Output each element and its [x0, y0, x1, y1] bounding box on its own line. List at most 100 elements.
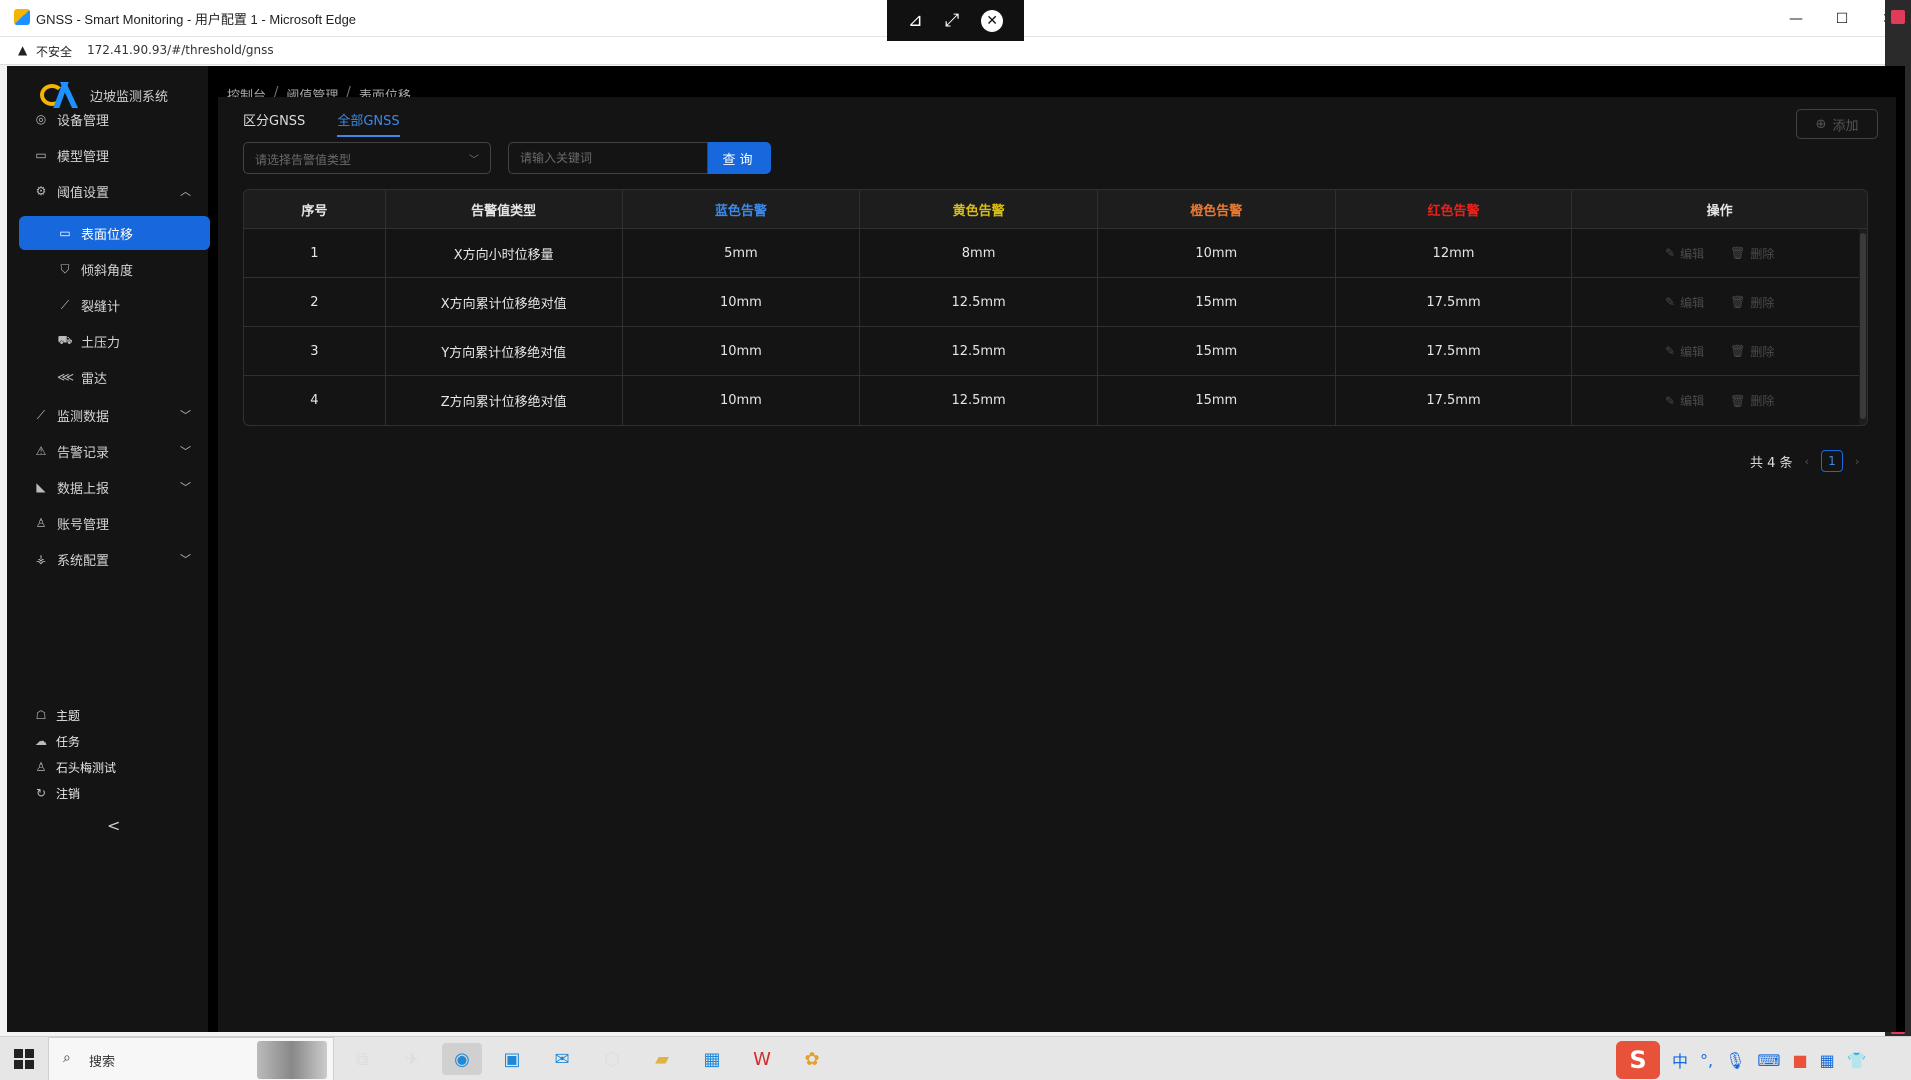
mail-icon[interactable]: ✉ — [542, 1043, 582, 1075]
location-icon: ◎ — [35, 112, 47, 126]
gift-icon[interactable]: ■ — [1793, 1051, 1808, 1070]
tab-all-gnss[interactable]: 全部GNSS — [337, 110, 400, 137]
sidebar-item-surface-displacement[interactable]: ▭ 表面位移 — [19, 216, 210, 250]
tasks-link[interactable]: ☁ 任务 — [19, 728, 211, 754]
delete-label: 删除 — [1750, 295, 1775, 310]
edit-button[interactable]: ✎ 编辑 — [1665, 245, 1704, 262]
sidebar-item-earth-pressure[interactable]: ⛟ 土压力 — [19, 324, 211, 358]
chevron-down-icon: ﹀ — [180, 481, 191, 494]
sidebar-item-radar[interactable]: ⋘ 雷达 — [19, 360, 211, 394]
store-icon[interactable]: ▣ — [492, 1043, 532, 1075]
edit-icon: ✎ — [1665, 344, 1676, 358]
edit-icon: ✎ — [1665, 393, 1676, 408]
total-count: 共 4 条 — [1750, 455, 1793, 471]
theme-link[interactable]: ☖ 主题 — [19, 702, 211, 728]
edit-button[interactable]: ✎ 编辑 — [1665, 294, 1704, 311]
cell-blue: 5mm — [623, 229, 861, 277]
sidebar-item-alerts[interactable]: ⚠ 告警记录 ﹀ — [19, 434, 211, 468]
cell-yellow: 12.5mm — [860, 278, 1098, 326]
delete-button[interactable]: 🗑 删除 — [1730, 245, 1774, 262]
cell-orange: 10mm — [1098, 229, 1336, 277]
header-index: 序号 — [244, 190, 386, 228]
main-content: 区分GNSS 全部GNSS ⊕ 添加 请选择告警值类型 ﹀ 查询 序号 告警值类… — [218, 97, 1896, 1032]
microphone-icon[interactable]: 🎙 — [1725, 1051, 1745, 1070]
user-link[interactable]: ♙ 石头梅测试 — [19, 754, 211, 780]
sidebar-item-data-report[interactable]: ◣ 数据上报 ﹀ — [19, 470, 211, 504]
sidebar-item-accounts[interactable]: ♙ 账号管理 — [19, 506, 211, 540]
delete-button[interactable]: 🗑 删除 — [1730, 343, 1774, 360]
sidebar-item-label: 设备管理 — [57, 113, 110, 129]
chevron-down-icon: ﹀ — [180, 445, 191, 458]
sidebar-item-label: 账号管理 — [57, 517, 110, 533]
security-label[interactable]: 不安全 — [36, 43, 72, 60]
query-button[interactable]: 查询 — [708, 142, 771, 174]
wps-icon[interactable]: W — [742, 1043, 782, 1075]
edit-button[interactable]: ✎ 编辑 — [1665, 343, 1704, 360]
delete-button[interactable]: 🗑 删除 — [1730, 392, 1774, 409]
maximize-button[interactable]: ☐ — [1819, 0, 1865, 37]
task-view-icon[interactable]: ⧉ — [342, 1043, 382, 1075]
grid-icon[interactable]: ▦ — [1820, 1051, 1835, 1070]
sidebar-item-crack-meter[interactable]: ⟋ 裂缝计 — [19, 288, 211, 322]
cell-type: X方向累计位移绝对值 — [386, 278, 623, 326]
edit-button[interactable]: ✎ 编辑 — [1665, 392, 1704, 409]
keyboard-icon[interactable]: ⌨ — [1757, 1051, 1780, 1070]
disconnect-icon[interactable]: ✕ — [981, 9, 1004, 32]
address-bar[interactable]: ▲ 不安全 172.41.90.93/#/threshold/gnss — [0, 37, 1911, 65]
remote-desktop-icon[interactable]: ▦ — [692, 1043, 732, 1075]
logout-link[interactable]: ↻ 注销 — [19, 780, 211, 806]
warning-icon: ▲ — [18, 43, 28, 57]
line-chart-icon: ⟋ — [36, 407, 46, 422]
pin-icon[interactable]: ⊿ — [908, 10, 923, 31]
skin-icon: ☖ — [35, 708, 47, 722]
window-title: GNSS - Smart Monitoring - 用户配置 1 - Micro… — [36, 12, 357, 27]
next-page-icon[interactable]: › — [1855, 455, 1859, 468]
folder-icon[interactable]: ▰ — [642, 1043, 682, 1075]
sidebar-item-tilt[interactable]: ⛉ 倾斜角度 — [19, 252, 211, 286]
header-type: 告警值类型 — [386, 190, 623, 228]
minimize-button[interactable]: — — [1773, 0, 1819, 37]
edit-label: 编辑 — [1680, 295, 1705, 310]
url-text[interactable]: 172.41.90.93/#/threshold/gnss — [87, 43, 274, 57]
cell-type: X方向小时位移量 — [386, 229, 623, 277]
search-input[interactable] — [509, 143, 707, 173]
cube-icon[interactable]: ⬡ — [592, 1043, 632, 1075]
table-scrollbar[interactable] — [1859, 229, 1867, 425]
delete-label: 删除 — [1750, 344, 1775, 359]
skin-icon[interactable]: 👕 — [1847, 1051, 1867, 1070]
chevron-down-icon: ﹀ — [180, 409, 191, 422]
prev-page-icon[interactable]: ‹ — [1805, 455, 1809, 468]
sidebar-item-thresholds[interactable]: ⚙ 阈值设置 ︿ — [19, 174, 211, 208]
delete-button[interactable]: 🗑 删除 — [1730, 294, 1774, 311]
fit-screen-icon[interactable]: ⤢ — [945, 10, 959, 31]
chevron-down-icon: ﹀ — [469, 155, 479, 166]
sidebar-item-system-config[interactable]: ⚶ 系统配置 ﹀ — [19, 542, 211, 576]
edit-icon: ✎ — [1665, 246, 1676, 260]
sidebar-item-devices[interactable]: ◎ 设备管理 — [19, 102, 211, 136]
tab-split-gnss[interactable]: 区分GNSS — [243, 110, 305, 137]
cell-actions: ✎ 编辑 🗑 删除 — [1572, 327, 1867, 375]
edit-icon: ✎ — [1665, 295, 1676, 309]
app-icon[interactable]: ✈ — [392, 1043, 432, 1075]
punctuation-mode[interactable]: °, — [1700, 1051, 1713, 1070]
sidebar-item-monitoring-data[interactable]: ⟋ 监测数据 ﹀ — [19, 398, 211, 432]
paw-icon[interactable]: ✿ — [792, 1043, 832, 1075]
edit-label: 编辑 — [1680, 344, 1705, 359]
flag-icon[interactable] — [1891, 10, 1905, 24]
taskbar-apps: ⧉ ✈ ◉ ▣ ✉ ⬡ ▰ ▦ W ✿ — [342, 1043, 832, 1075]
cell-type: Z方向累计位移绝对值 — [386, 376, 623, 425]
scrollbar-thumb[interactable] — [1860, 233, 1866, 419]
sidebar-item-models[interactable]: ▭ 模型管理 — [19, 138, 211, 172]
cloud-upload-icon: ☁ — [35, 734, 47, 748]
table-row: 2 X方向累计位移绝对值 10mm 12.5mm 15mm 17.5mm ✎ 编辑 🗑 删除 — [244, 278, 1867, 327]
add-button[interactable]: ⊕ 添加 — [1796, 109, 1878, 139]
collapse-sidebar-button[interactable]: < — [107, 816, 120, 835]
sogou-ime-icon[interactable]: S — [1616, 1041, 1660, 1079]
edge-icon[interactable]: ◉ — [442, 1043, 482, 1075]
alert-type-select[interactable]: 请选择告警值类型 ﹀ — [243, 142, 491, 174]
taskbar-search[interactable]: ⌕ 搜索 — [48, 1037, 334, 1080]
page-button[interactable]: 1 — [1820, 450, 1843, 472]
ime-mode[interactable]: 中 — [1672, 1048, 1688, 1072]
remote-toolbar: ⊿ ⤢ ✕ — [887, 0, 1024, 41]
windows-start-icon[interactable] — [14, 1049, 34, 1069]
